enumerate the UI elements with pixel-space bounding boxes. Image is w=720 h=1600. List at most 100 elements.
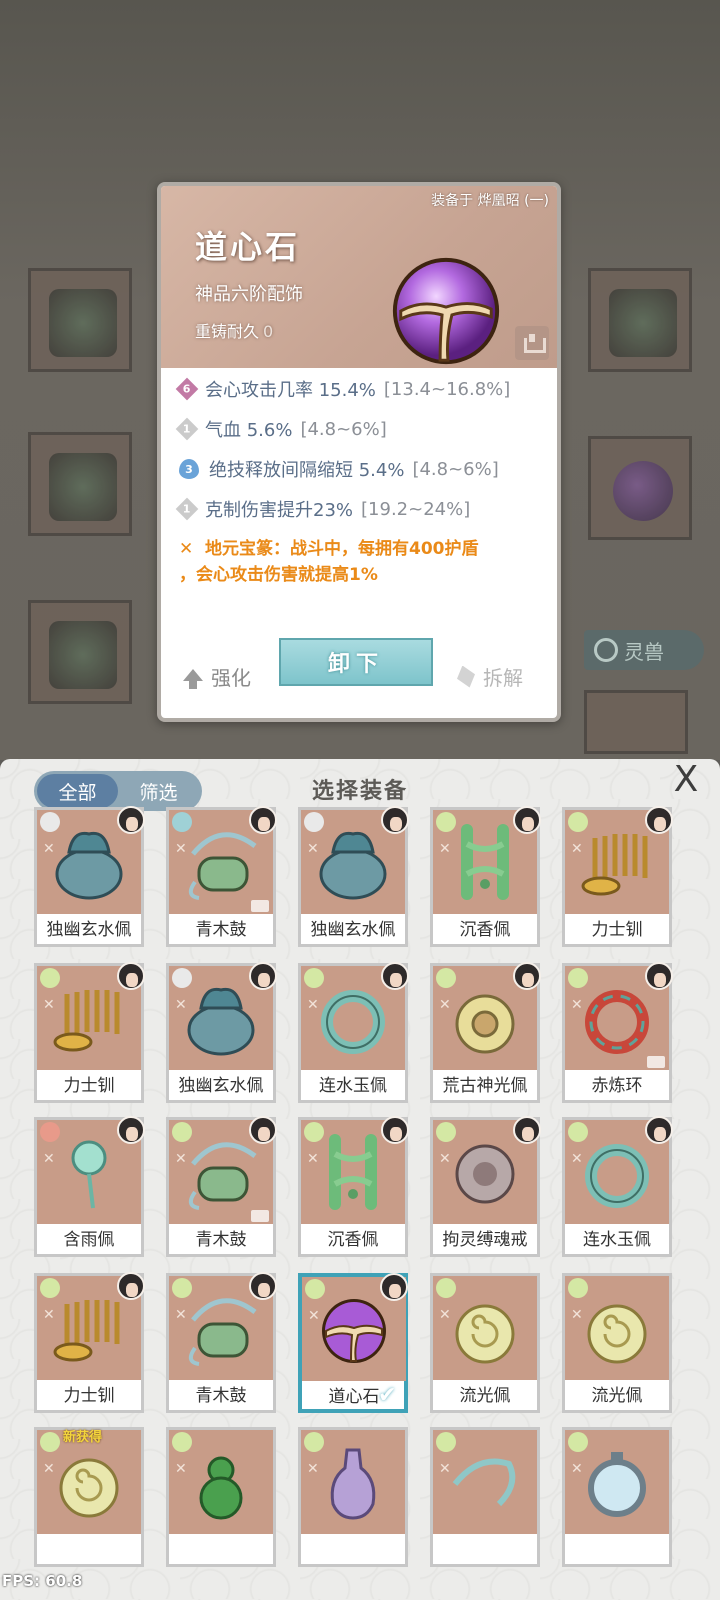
stat-row: 1 气血 5.6% [4.8~6%] [175,416,387,442]
blue-vase-icon [53,824,125,900]
item-name-label: 力士钏 [591,920,643,940]
set-icon: ✕ [307,841,319,857]
equipment-card[interactable]: ✕ 新获得 [34,1427,144,1567]
equipment-card[interactable]: ✕ 独幽玄水佩 [166,962,277,1103]
equipment-card[interactable]: ✕ [430,1427,540,1567]
dismantle-button[interactable]: 拆解 [457,662,523,691]
set-icon: ✕ [571,1461,583,1477]
equipment-slot-pet[interactable] [584,690,688,754]
equipment-card[interactable]: ✕ 拘灵缚魂戒 [430,1116,541,1257]
stat-row: 6 会心攻击几率 15.4% [13.4~16.8%] [175,376,510,402]
quality-icon [172,812,192,832]
set-icon: ✕ [43,1461,55,1477]
equipment-card[interactable]: ✕ 力士钏 [34,1272,145,1413]
owner-avatar [381,962,409,990]
quality-icon [568,968,588,988]
drum-icon [185,1134,257,1210]
equipment-card[interactable]: ✕ 含雨佩 [34,1116,145,1257]
drum-icon [185,824,257,900]
equipment-card[interactable]: ✕ 独幽玄水佩 [298,806,409,947]
gold-coil-icon [53,1290,125,1366]
owner-avatar [117,806,145,834]
dragon-ring-icon [449,1134,521,1210]
equipment-card[interactable]: ✕ 连水玉佩 [562,1116,673,1257]
enhance-label: 强化 [211,666,251,690]
equipment-card[interactable]: ✕ 赤炼环 [562,962,673,1103]
rain-pendant-icon [53,1134,125,1210]
equipment-card[interactable]: ✕ 力士钏 [34,962,145,1103]
quality-icon [436,1432,456,1452]
quality-icon [172,968,192,988]
item-name-label: 青木鼓 [195,1230,247,1250]
item-name-label: 含雨佩 [63,1230,115,1250]
set-icon: ✕ [439,1151,451,1167]
equipped-on-label: 装备于 烨凰昭 (一) [431,193,549,209]
item-name-label: 独幽玄水佩 [46,920,132,940]
quality-icon [436,812,456,832]
pet-icon [594,638,618,662]
equipment-card[interactable]: ✕ 独幽玄水佩 [34,806,145,947]
purple-orb-icon [318,1291,390,1367]
equipment-card[interactable]: ✕ 青木鼓 [166,1272,277,1413]
item-name-label: 力士钏 [63,1076,115,1096]
equipment-card[interactable]: ✕ 流光佩 [562,1273,672,1413]
owner-avatar [513,962,541,990]
reforge-value: 0 [263,322,274,341]
reforge-label: 重铸耐久 [195,322,260,341]
item-art: ✕ [433,1430,537,1534]
owner-avatar [249,1272,277,1300]
equipment-card[interactable]: ✕ 青木鼓 [166,1116,277,1257]
gold-swirl-icon [449,1290,521,1366]
equipment-card[interactable]: ✕ 流光佩 [430,1273,540,1413]
gold-disc-icon [449,980,521,1056]
equipment-card[interactable]: ✕ 力士钏 [562,806,673,947]
lock-icon[interactable] [515,326,549,360]
item-art: ✕ [301,1430,405,1534]
item-name-label [301,1534,405,1566]
equipment-card[interactable]: ✕ [298,1427,408,1567]
equipment-slot-weapon[interactable] [28,268,132,372]
owner-avatar [117,1116,145,1144]
equipment-slot-accessory[interactable] [588,436,692,540]
dismantle-icon [457,665,475,688]
equipment-slot-ring[interactable] [588,268,692,372]
item-grade: 神品六阶配饰 [195,284,303,305]
set-icon: ✕ [175,997,187,1013]
enhance-button[interactable]: 强化 [183,662,251,691]
green-pendant-icon [317,1134,389,1210]
equipment-card[interactable]: ✕ 沉香佩 [298,1116,409,1257]
set-icon: ✕ [175,1307,187,1323]
equipment-card[interactable]: ✕ 荒古神光佩 [430,962,541,1103]
unequip-button[interactable]: 卸下 [279,638,433,686]
set-icon: ✕ [439,841,451,857]
lock-icon [251,900,269,912]
purple-orb-icon [392,257,500,365]
stat-row: 3 绝技释放间隔缩短 5.4% [4.8~6%] [179,456,499,482]
reforge-durability: 重铸耐久 0 [195,318,273,342]
set-icon: ✕ [175,1461,187,1477]
equipment-slot-armor[interactable] [28,432,132,536]
item-art: ✕ [433,1276,537,1380]
item-name-label: 连水玉佩 [583,1230,651,1250]
equipment-slot-boots[interactable] [28,600,132,704]
owner-avatar [381,1116,409,1144]
equipment-card[interactable]: ✕ 沉香佩 [430,806,541,947]
owner-avatar [117,962,145,990]
item-name-label: 力士钏 [63,1386,115,1406]
item-name-label [433,1534,537,1566]
item-name-label: 流光佩 [459,1386,511,1406]
item-art: ✕ [565,1430,669,1534]
fps-counter: FPS: 60.8 [2,1572,83,1590]
pet-button[interactable]: 灵兽 [584,630,704,670]
quality-icon [568,1278,588,1298]
quality-icon [304,1122,324,1142]
equipment-card[interactable]: ✕ 连水玉佩 [298,962,409,1103]
equipment-card[interactable]: ✕ [562,1427,672,1567]
equipment-card[interactable]: ✕ 青木鼓 [166,806,277,947]
equipment-card[interactable]: ✕ [166,1427,276,1567]
dismantle-label: 拆解 [483,666,523,690]
set-bonus-text: ✕ 地元宝篆：战斗中，每拥有400护盾 ，会心攻击伤害就提高1% [179,536,549,588]
armor-icon [49,453,117,521]
equipment-card[interactable]: ✕ 道心石 ✔ [298,1273,408,1413]
stat-row: 1 克制伤害提升23% [19.2~24%] [175,496,470,522]
